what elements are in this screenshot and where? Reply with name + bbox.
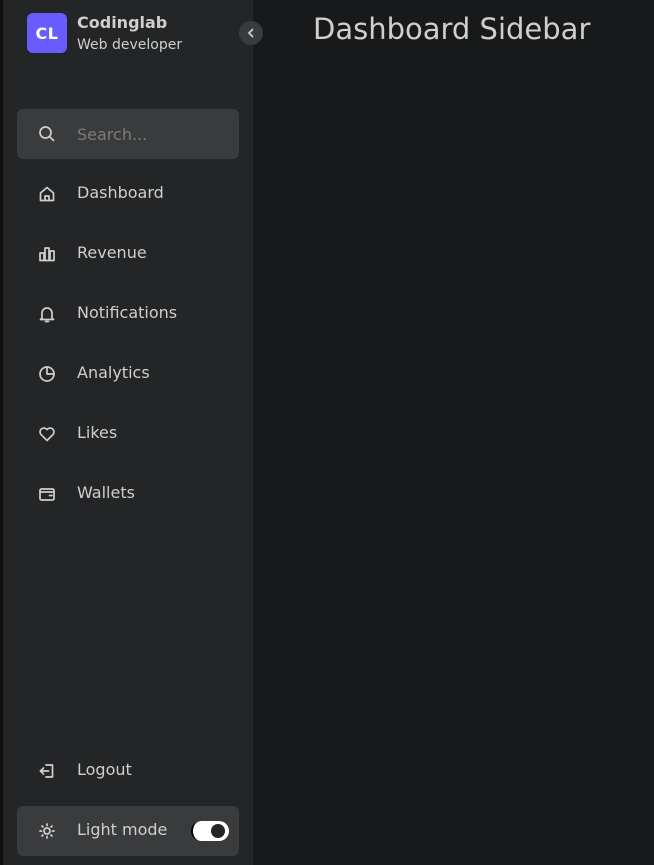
sidebar-item-likes[interactable]: Likes <box>17 409 239 459</box>
pie-chart-icon <box>39 366 55 382</box>
brand-logo: CL <box>27 13 67 53</box>
sidebar-item-label: Wallets <box>77 483 135 502</box>
page-title: Dashboard Sidebar <box>313 12 591 46</box>
search-input[interactable] <box>77 119 227 149</box>
sidebar-item-label: Analytics <box>77 363 150 382</box>
sidebar-item-label: Dashboard <box>77 183 164 202</box>
search-icon <box>39 126 55 142</box>
logout-label: Logout <box>77 760 132 779</box>
search-box <box>17 109 239 159</box>
sidebar-item-label: Likes <box>77 423 118 442</box>
brand-name: Codinglab <box>77 13 168 32</box>
sidebar-item-notifications[interactable]: Notifications <box>17 289 239 339</box>
sidebar-item-revenue[interactable]: Revenue <box>17 229 239 279</box>
sidebar-item-label: Revenue <box>77 243 147 262</box>
light-mode-toggle[interactable] <box>191 821 229 841</box>
brand-subtitle: Web developer <box>77 37 183 53</box>
sidebar-collapse-button[interactable] <box>239 21 263 45</box>
logout-icon <box>39 764 54 778</box>
chevron-left-icon <box>248 28 254 38</box>
sidebar-item-dashboard[interactable]: Dashboard <box>17 169 239 219</box>
sidebar-item-analytics[interactable]: Analytics <box>17 349 239 399</box>
bell-icon <box>39 307 55 323</box>
home-icon <box>39 186 55 202</box>
toggle-knob <box>211 824 225 838</box>
page: CL Codinglab Web developer Dashboard <box>0 0 654 865</box>
light-mode-label: Light mode <box>77 820 168 839</box>
wallet-icon <box>39 488 55 501</box>
logout-button[interactable]: Logout <box>17 746 239 796</box>
sun-icon <box>39 823 55 839</box>
sidebar: CL Codinglab Web developer Dashboard <box>3 0 253 865</box>
heart-icon <box>39 427 55 442</box>
sidebar-item-wallets[interactable]: Wallets <box>17 469 239 519</box>
sidebar-item-label: Notifications <box>77 303 178 322</box>
bar-chart-icon <box>39 247 55 262</box>
brand-header: CL Codinglab Web developer <box>27 13 237 57</box>
light-mode-row: Light mode <box>17 806 239 856</box>
